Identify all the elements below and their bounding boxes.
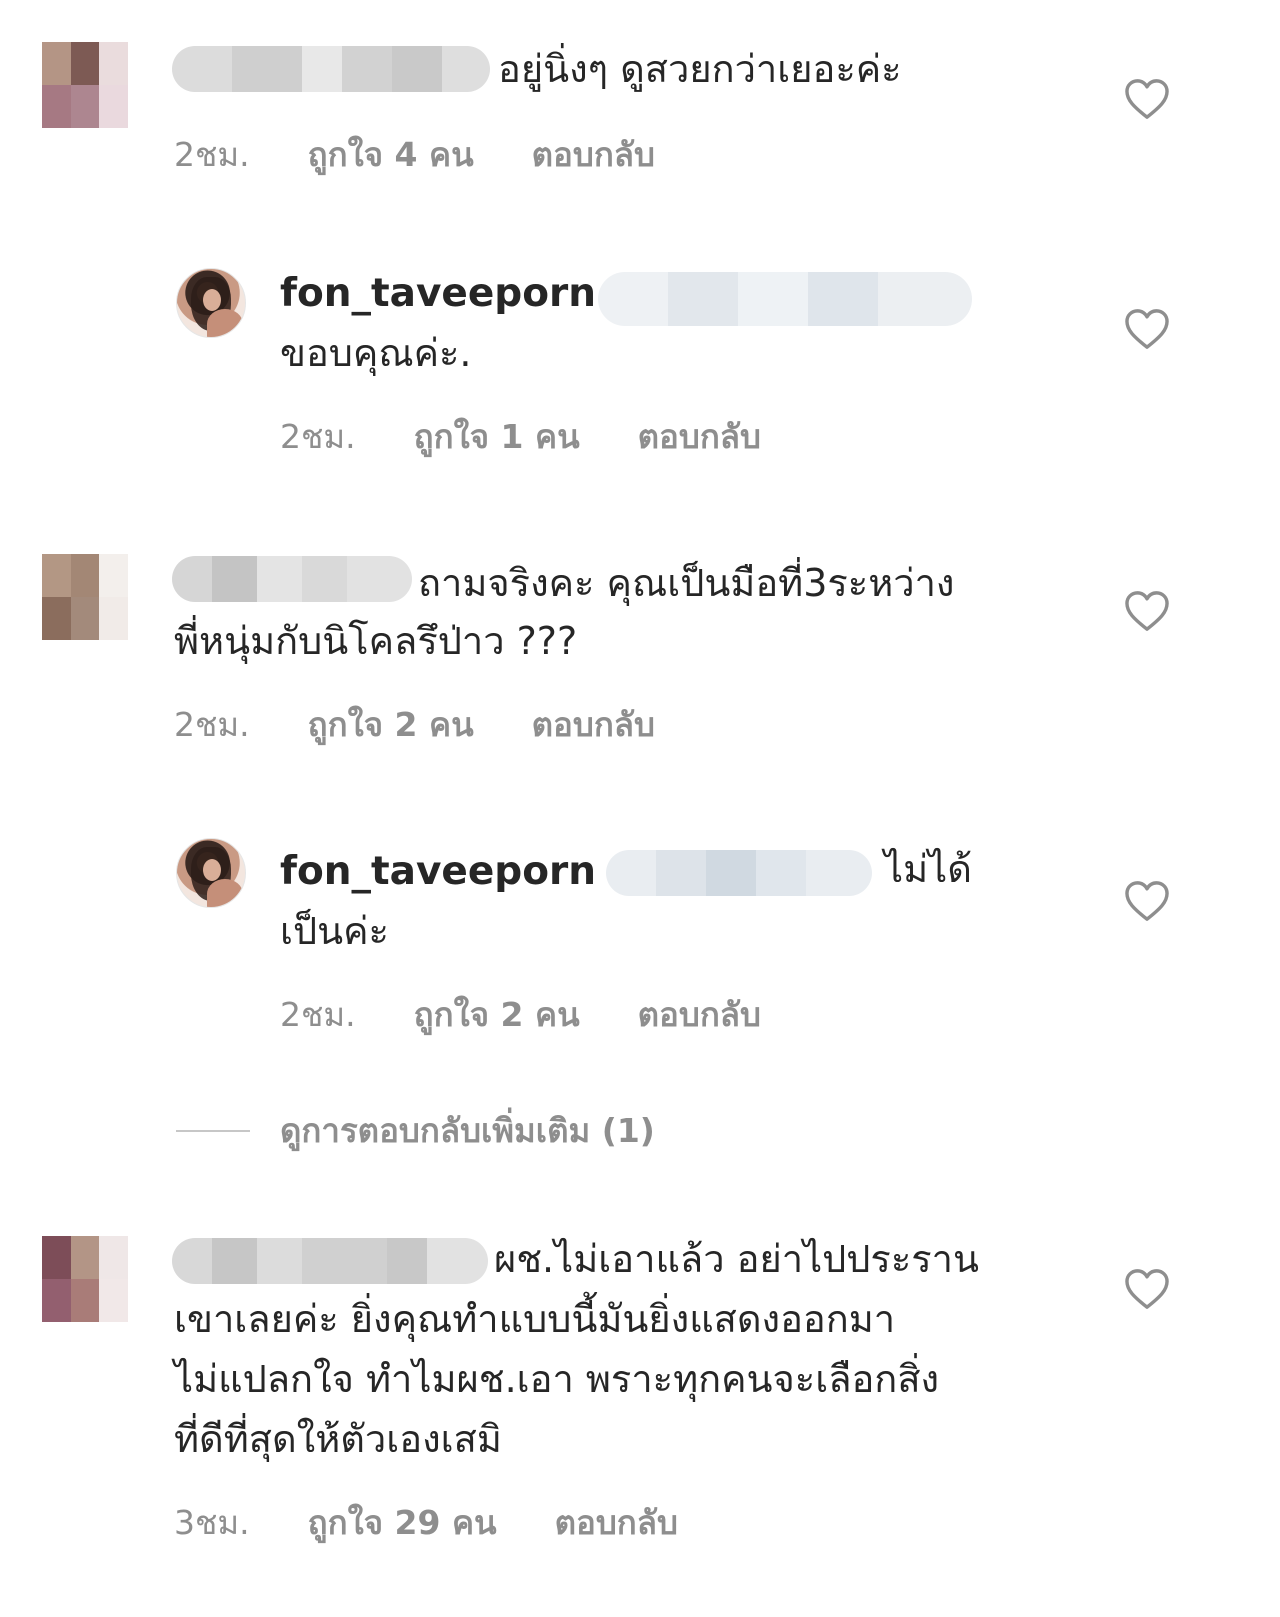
comment-text-line-1: ไม่ได้ <box>884 847 972 891</box>
comment-time: 2ชม. <box>280 417 356 456</box>
comment-time: 3ชม. <box>174 1503 250 1542</box>
reply-button[interactable]: ตอบกลับ <box>532 128 655 181</box>
comment-time: 2ชม. <box>174 705 250 744</box>
comment-text-line-1: ถามจริงคะ คุณเป็นมือที่3ระหว่าง <box>418 561 955 605</box>
comment-text-line-2: เขาเลยค่ะ ยิ่งคุณทำแบบนี้มันยิ่งแสดงออกม… <box>174 1297 896 1341</box>
comment-text-line-2: พี่หนุ่มกับนิโคลรึป่าว ??? <box>174 619 578 663</box>
username[interactable]: fon_taveeporn <box>280 271 596 316</box>
comment-text: ขอบคุณค่ะ. <box>280 331 472 375</box>
avatar[interactable] <box>42 554 128 640</box>
avatar[interactable] <box>42 42 128 128</box>
username[interactable]: fon_taveeporn <box>280 849 596 894</box>
likes-count[interactable]: ถูกใจ 1 คน <box>414 410 580 463</box>
heart-outline-icon[interactable] <box>1124 78 1170 120</box>
likes-count[interactable]: ถูกใจ 2 คน <box>414 988 580 1041</box>
comment-time: 2ชม. <box>174 135 250 174</box>
likes-count[interactable]: ถูกใจ 2 คน <box>308 698 474 751</box>
reply-button[interactable]: ตอบกลับ <box>638 988 761 1041</box>
redacted-username <box>172 1238 488 1284</box>
comment-meta: 3ชม. ถูกใจ 29 คน ตอบกลับ <box>174 1496 678 1549</box>
likes-count[interactable]: ถูกใจ 29 คน <box>308 1496 497 1549</box>
reply-button[interactable]: ตอบกลับ <box>555 1496 678 1549</box>
reply-button[interactable]: ตอบกลับ <box>638 410 761 463</box>
comment-meta: 2ชม. ถูกใจ 4 คน ตอบกลับ <box>174 128 655 181</box>
divider-line <box>176 1129 250 1132</box>
heart-outline-icon[interactable] <box>1124 880 1170 922</box>
comment-text-line-4: ที่ดีที่สุดให้ตัวเองเสมิ <box>174 1417 502 1461</box>
redacted-mention <box>606 850 872 896</box>
reply-button[interactable]: ตอบกลับ <box>532 698 655 751</box>
redacted-username <box>172 556 412 602</box>
redacted-mention <box>598 272 972 326</box>
likes-count[interactable]: ถูกใจ 4 คน <box>308 128 474 181</box>
avatar[interactable] <box>176 838 246 908</box>
comment-meta: 2ชม. ถูกใจ 2 คน ตอบกลับ <box>280 988 761 1041</box>
heart-outline-icon[interactable] <box>1124 1268 1170 1310</box>
comment-text: อยู่นิ่งๆ ดูสวยกว่าเยอะค่ะ <box>498 47 902 91</box>
avatar[interactable] <box>176 268 246 338</box>
comment-time: 2ชม. <box>280 995 356 1034</box>
heart-outline-icon[interactable] <box>1124 590 1170 632</box>
comment-text-line-1: ผช.ไม่เอาแล้ว อย่าไปประราน <box>494 1237 979 1281</box>
comment-meta: 2ชม. ถูกใจ 2 คน ตอบกลับ <box>174 698 655 751</box>
heart-outline-icon[interactable] <box>1124 308 1170 350</box>
comment-meta: 2ชม. ถูกใจ 1 คน ตอบกลับ <box>280 410 761 463</box>
avatar[interactable] <box>42 1236 128 1322</box>
comment-text-line-3: ไม่แปลกใจ ทำไมผช.เอา พราะทุกคนจะเลือกสิ่… <box>174 1357 940 1401</box>
view-more-replies-label[interactable]: ดูการตอบกลับเพิ่มเติม (1) <box>280 1104 655 1157</box>
view-more-replies[interactable]: ดูการตอบกลับเพิ่มเติม (1) <box>176 1104 655 1157</box>
comment-text-line-2: เป็นค่ะ <box>280 909 389 953</box>
redacted-username <box>172 46 490 92</box>
